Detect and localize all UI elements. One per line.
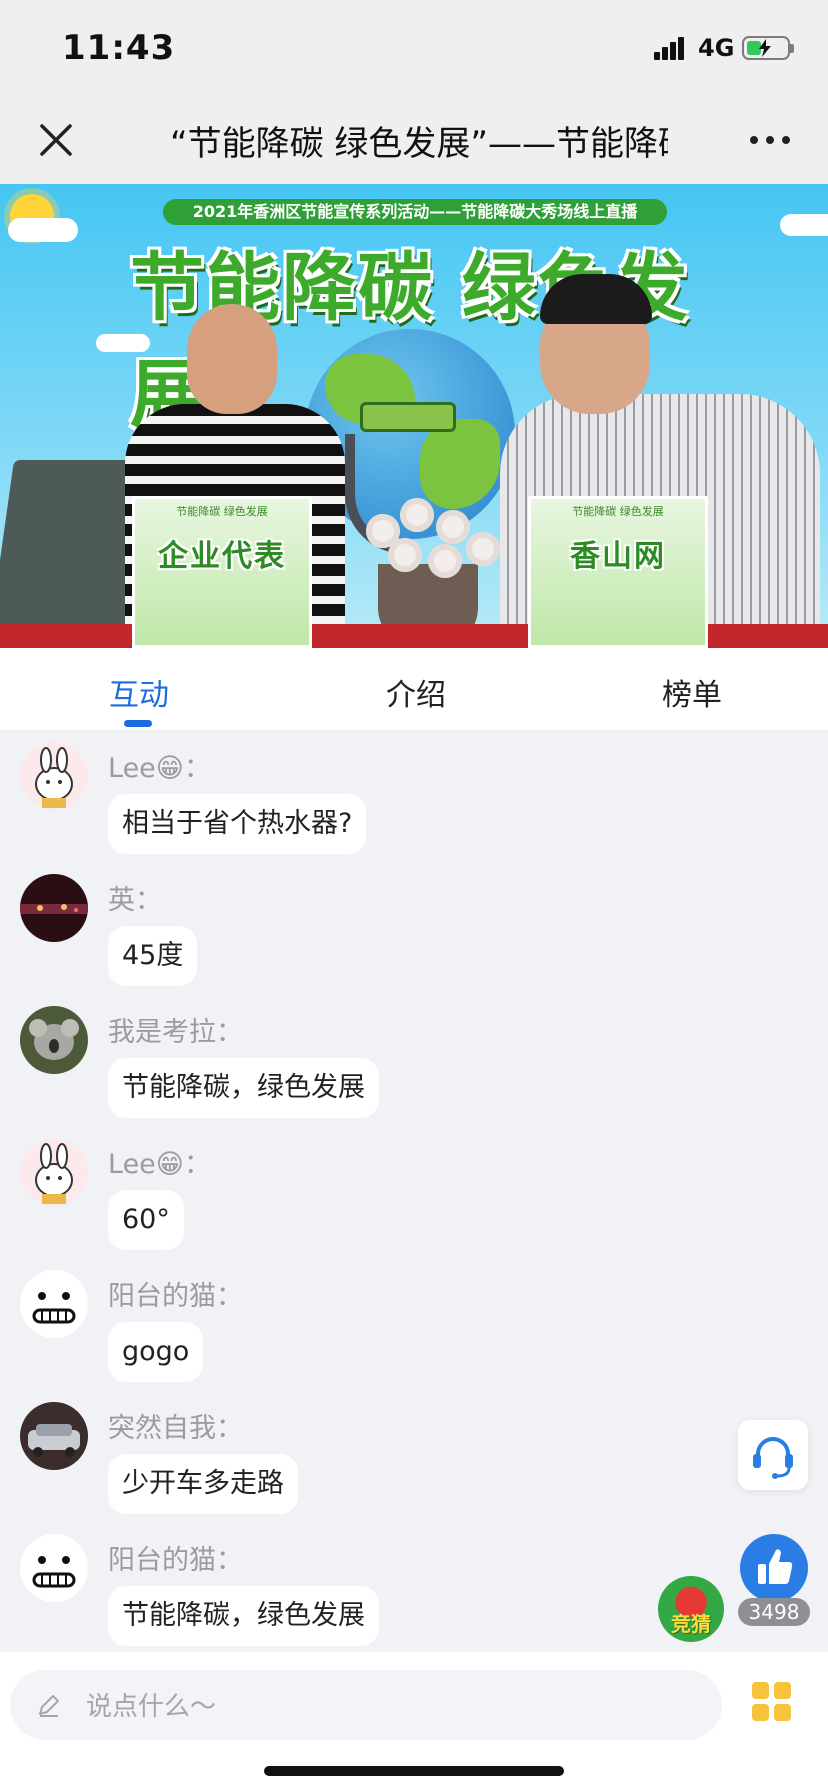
nameplate-left-label: 企业代表 <box>158 539 286 574</box>
tab-active-indicator <box>124 720 152 727</box>
chat-message: 突然自我： 少开车多走路 <box>0 1390 828 1522</box>
guess-label: 竞猜 <box>671 1612 711 1636</box>
nameplate-right: 节能降碳 绿色发展 香山网 <box>528 496 708 648</box>
avatar[interactable] <box>20 1534 88 1602</box>
chat-message: Lee😁： 相当于省个热水器? <box>0 730 828 862</box>
avatar[interactable] <box>20 742 88 810</box>
cloud-decoration <box>780 214 828 236</box>
home-indicator <box>264 1766 564 1776</box>
avatar[interactable] <box>20 1402 88 1470</box>
tab-bar: 互动 介绍 榜单 <box>0 648 828 730</box>
nav-bar: “节能降碳 绿色发展”——节能降碳大秀场线上直播 <box>0 96 828 184</box>
chat-bubble: 节能降碳，绿色发展 <box>108 1586 379 1646</box>
headset-icon <box>753 1437 793 1479</box>
chat-username: 阳台的猫： <box>108 1281 243 1312</box>
bus-illustration <box>360 402 456 432</box>
tab-introduction[interactable]: 介绍 <box>386 670 446 714</box>
tab-interaction[interactable]: 互动 <box>109 670 169 714</box>
status-bar: 11:43 4G <box>0 0 828 96</box>
like-count: 3498 <box>738 1598 810 1626</box>
chat-list[interactable]: Lee😁： 相当于省个热水器? 英： 45度 我是考拉： 节能降碳，绿色发展 L… <box>0 730 828 1652</box>
chat-username: Lee😁： <box>108 753 211 784</box>
chat-message: Lee😁： 60° <box>0 1126 828 1258</box>
chat-username: 我是考拉： <box>108 1017 243 1048</box>
nameplate-right-label: 香山网 <box>570 539 666 574</box>
nameplate-left-tagline: 节能降碳 绿色发展 <box>176 505 268 518</box>
grid-menu-icon[interactable] <box>752 1682 792 1722</box>
network-type: 4G <box>698 34 735 62</box>
comment-placeholder: 说点什么～ <box>86 1692 217 1722</box>
like-button[interactable] <box>740 1534 808 1602</box>
chat-bubble: 60° <box>108 1190 184 1250</box>
chat-message: 英： 45度 <box>0 862 828 994</box>
comment-input[interactable]: 说点什么～ <box>10 1670 722 1740</box>
guess-button[interactable]: 竞猜 <box>658 1576 724 1642</box>
page-title: “节能降碳 绿色发展”——节能降碳大秀场线上直播 <box>170 124 668 162</box>
cloud-decoration <box>8 218 78 242</box>
avatar[interactable] <box>20 1138 88 1206</box>
chat-bubble: 相当于省个热水器? <box>108 794 367 854</box>
customer-service-button[interactable] <box>738 1420 808 1490</box>
chat-username: 英： <box>108 885 162 916</box>
avatar[interactable] <box>20 1006 88 1074</box>
chat-username: Lee😁： <box>108 1149 211 1180</box>
live-video-player[interactable]: 2021年香洲区节能宣传系列活动——节能降碳大秀场线上直播 节能降碳 绿色发展 … <box>0 184 828 648</box>
chat-username: 阳台的猫： <box>108 1545 243 1576</box>
pencil-icon <box>39 1695 59 1717</box>
chat-message: 阳台的猫： gogo <box>0 1258 828 1390</box>
chat-bubble: 少开车多走路 <box>108 1454 298 1514</box>
banner-event-name: 2021年香洲区节能宣传系列活动——节能降碳大秀场线上直播 <box>163 199 667 225</box>
avatar[interactable] <box>20 1270 88 1338</box>
chat-bubble: 45度 <box>108 926 198 986</box>
nameplate-left: 节能降碳 绿色发展 企业代表 <box>132 496 312 648</box>
status-time: 11:43 <box>62 28 176 68</box>
chat-bubble: 节能降碳，绿色发展 <box>108 1058 379 1118</box>
close-icon[interactable] <box>36 120 76 160</box>
nameplate-right-tagline: 节能降碳 绿色发展 <box>572 505 664 518</box>
signal-icon <box>654 34 690 60</box>
chat-message: 我是考拉： 节能降碳，绿色发展 <box>0 994 828 1126</box>
thumbs-up-icon <box>758 1549 793 1584</box>
more-icon[interactable] <box>750 136 790 146</box>
chat-username: 突然自我： <box>108 1413 243 1444</box>
battery-charging-icon <box>742 36 794 60</box>
tab-ranking[interactable]: 榜单 <box>662 670 722 714</box>
chat-bubble: gogo <box>108 1322 204 1382</box>
avatar[interactable] <box>20 874 88 942</box>
